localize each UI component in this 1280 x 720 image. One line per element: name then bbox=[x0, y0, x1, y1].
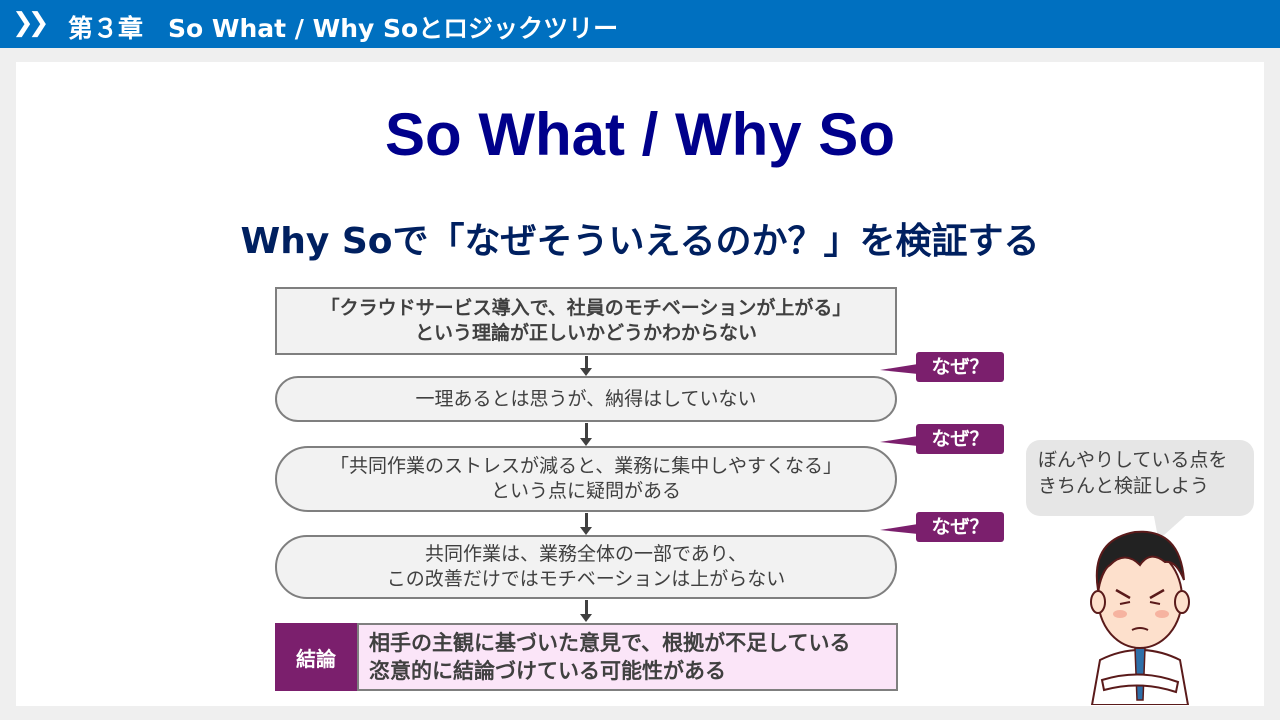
chapter-title: 第３章 So What / Why Soとロジックツリー bbox=[68, 14, 619, 43]
step-text: この改善だけではモチベーションは上がらない bbox=[386, 568, 786, 590]
down-arrow-icon bbox=[580, 600, 592, 622]
step-text: 共同作業は、業務全体の一部であり、 bbox=[424, 543, 748, 566]
slide-subtitle: Why Soで「なぜそういえるのか？」を検証する bbox=[240, 221, 1040, 262]
step-box-2: 一理あるとは思うが、納得はしていない bbox=[275, 376, 897, 422]
conclusion-label: 結論 bbox=[275, 623, 357, 691]
step-text: という点に疑問がある bbox=[490, 480, 681, 502]
down-arrow-icon bbox=[580, 356, 592, 376]
step-text: 「クラウドサービス導入で、社員のモチベーションが上がる」 bbox=[320, 297, 852, 320]
why-tag: なぜ？ bbox=[880, 512, 1004, 542]
speech-line: ぼんやりしている点を bbox=[1038, 449, 1228, 471]
down-arrow-icon bbox=[580, 513, 592, 535]
down-arrow-icon bbox=[580, 423, 592, 446]
header-bar: ❯❯ 第３章 So What / Why Soとロジックツリー bbox=[0, 0, 1280, 48]
conclusion-line: 恣意的に結論づけている可能性がある bbox=[369, 659, 726, 684]
step-text: という理論が正しいかどうかわからない bbox=[414, 322, 757, 344]
conclusion-line: 相手の主観に基づいた意見で、根拠が不足している bbox=[369, 631, 851, 655]
conclusion-text: 相手の主観に基づいた意見で、根拠が不足している 恣意的に結論づけている可能性があ… bbox=[357, 623, 898, 691]
double-chevron-right-icon: ❯❯ bbox=[12, 8, 49, 38]
step-box-1: 「クラウドサービス導入で、社員のモチベーションが上がる」 という理論が正しいかど… bbox=[275, 287, 897, 355]
why-tag: なぜ？ bbox=[880, 424, 1004, 454]
step-box-3: 「共同作業のストレスが減ると、業務に集中しやすくなる」 という点に疑問がある bbox=[275, 446, 897, 512]
businessman-arms-crossed-icon bbox=[1090, 530, 1190, 705]
step-text: 「共同作業のストレスが減ると、業務に集中しやすくなる」 bbox=[329, 455, 843, 478]
speech-bubble: ぼんやりしている点を きちんと検証しよう bbox=[1026, 440, 1254, 516]
speech-line: きちんと検証しよう bbox=[1038, 474, 1210, 497]
step-text: 一理あるとは思うが、納得はしていない bbox=[415, 387, 757, 410]
slide-title: So What / Why So bbox=[385, 101, 895, 168]
step-box-4: 共同作業は、業務全体の一部であり、 この改善だけではモチベーションは上がらない bbox=[275, 535, 897, 599]
why-tag: なぜ？ bbox=[880, 352, 1004, 382]
